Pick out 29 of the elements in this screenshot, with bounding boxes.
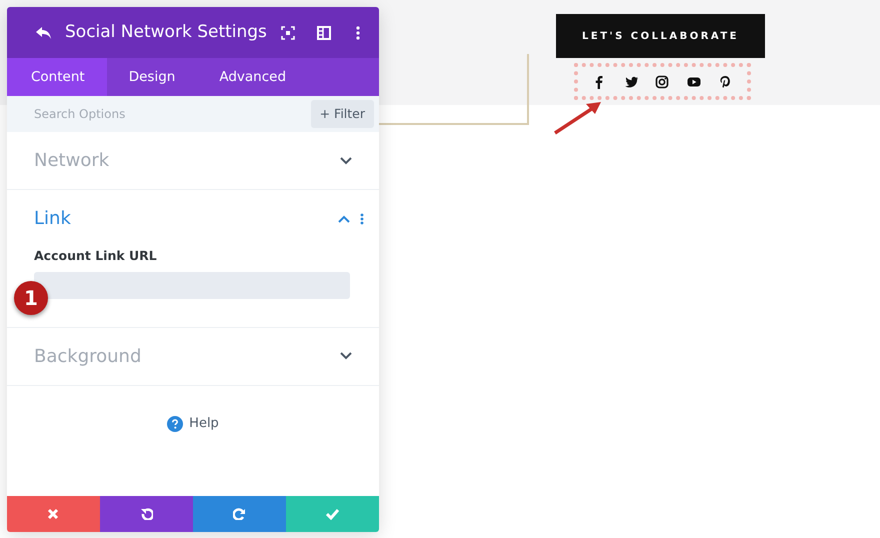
search-field[interactable]: Search Options: [7, 96, 311, 132]
chevron-down-icon[interactable]: [340, 156, 352, 164]
check-icon: [326, 508, 339, 520]
tab[interactable]: Design: [106, 58, 198, 96]
redo-icon: [233, 508, 246, 520]
redo-button[interactable]: [193, 496, 286, 532]
more-icon[interactable]: [355, 26, 361, 40]
undo-button[interactable]: [100, 496, 193, 532]
split-view-icon[interactable]: [317, 26, 331, 40]
arrow-icon: [553, 100, 603, 136]
field-label: Account Link URL: [34, 247, 158, 265]
help-button[interactable]: Help: [161, 412, 225, 436]
chevron-up-icon[interactable]: [338, 214, 350, 222]
collaborate-button[interactable]: LET'S COLLABORATE: [556, 14, 765, 58]
camera-icon[interactable]: [655, 74, 670, 88]
back-icon[interactable]: [35, 26, 53, 40]
filter-button[interactable]: + Filter: [310, 100, 374, 128]
section-title[interactable]: Link: [34, 205, 338, 232]
help-icon: [167, 416, 184, 432]
tab[interactable]: Advanced: [197, 58, 308, 96]
chevron-down-icon[interactable]: [340, 352, 352, 360]
pin-icon[interactable]: [718, 74, 732, 88]
undo-icon: [140, 508, 153, 520]
tab[interactable]: Content: [7, 58, 107, 96]
bird-icon[interactable]: [624, 74, 638, 88]
more-icon[interactable]: [360, 212, 364, 224]
window-title: Social Network Settings: [65, 20, 268, 44]
close-icon: [47, 508, 60, 520]
fullscreen-icon[interactable]: [281, 26, 295, 40]
